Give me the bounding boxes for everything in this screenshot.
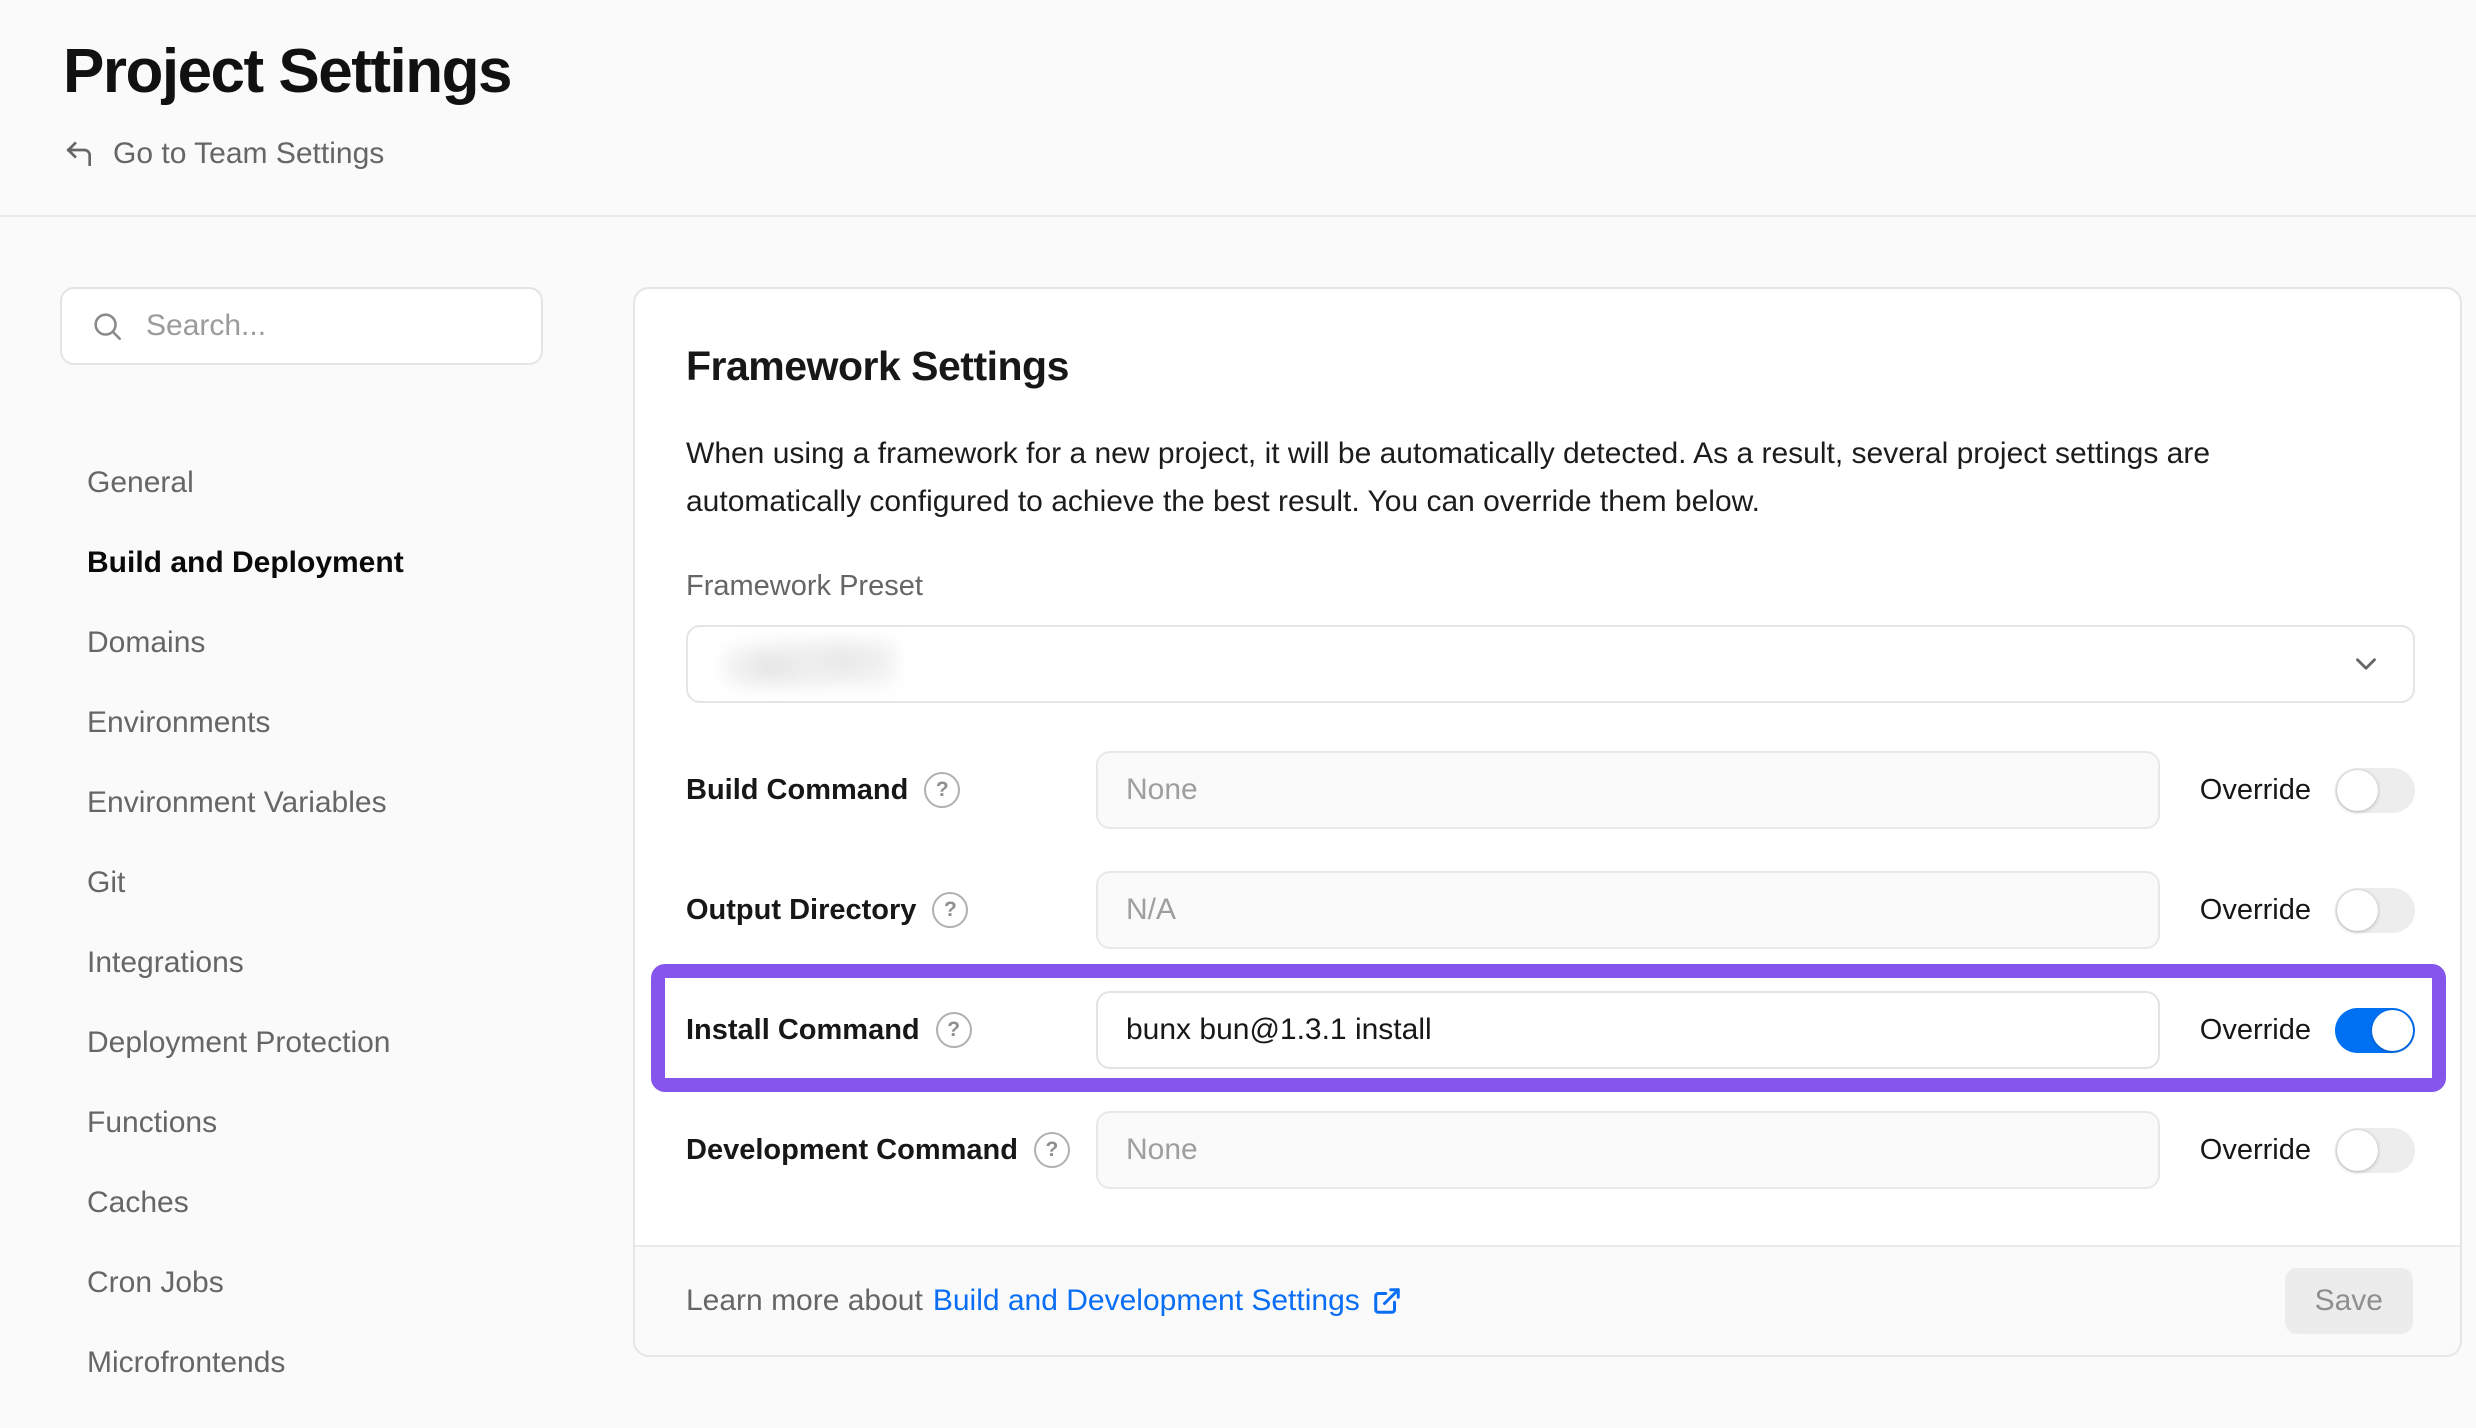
back-link-label: Go to Team Settings [113,137,384,171]
sidebar-item-general[interactable]: General [60,443,543,523]
build-and-development-settings-link[interactable]: Build and Development Settings [933,1284,1402,1318]
development-command-input[interactable] [1096,1111,2160,1189]
chevron-down-icon [2349,647,2383,681]
help-icon[interactable]: ? [936,1012,972,1048]
override-label: Override [2200,894,2311,927]
sidebar-item-cron-jobs[interactable]: Cron Jobs [60,1243,543,1323]
framework-settings-card: Framework Settings When using a framewor… [633,287,2462,1357]
toggle-knob [2337,770,2378,811]
help-icon[interactable]: ? [924,772,960,808]
save-button[interactable]: Save [2285,1268,2413,1334]
search-input[interactable] [146,309,513,343]
build-command-override-toggle[interactable] [2335,768,2415,813]
card-title: Framework Settings [686,343,2415,390]
sidebar-item-functions[interactable]: Functions [60,1083,543,1163]
sidebar-item-git[interactable]: Git [60,843,543,923]
sidebar-item-caches[interactable]: Caches [60,1163,543,1243]
development-command-row: Development Command ? Override [686,1111,2415,1189]
install-command-override-toggle[interactable] [2335,1008,2415,1053]
sidebar-item-domains[interactable]: Domains [60,603,543,683]
toggle-knob [2337,1130,2378,1171]
sidebar-item-environments[interactable]: Environments [60,683,543,763]
output-directory-override-toggle[interactable] [2335,888,2415,933]
sidebar-item-environment-variables[interactable]: Environment Variables [60,763,543,843]
help-icon[interactable]: ? [1034,1132,1070,1168]
framework-preset-label: Framework Preset [686,570,2415,603]
override-label: Override [2200,1014,2311,1047]
learn-more-prefix: Learn more about [686,1284,923,1318]
build-command-row: Build Command ? Override [686,751,2415,829]
search-icon [90,309,124,343]
install-command-input[interactable] [1096,991,2160,1069]
override-label: Override [2200,1134,2311,1167]
output-directory-row: Output Directory ? Override [686,871,2415,949]
toggle-knob [2372,1010,2413,1051]
card-footer: Learn more about Build and Development S… [635,1245,2460,1355]
learn-more-text: Learn more about Build and Development S… [686,1284,1402,1318]
sidebar-nav: GeneralBuild and DeploymentDomainsEnviro… [60,443,543,1403]
corner-up-left-icon [63,138,95,170]
external-link-icon [1372,1286,1402,1316]
framework-preset-select[interactable] [686,625,2415,703]
install-command-row: Install Command ? Override [686,991,2415,1069]
sidebar-item-microfrontends[interactable]: Microfrontends [60,1323,543,1403]
settings-rows: Build Command ? Override Output Director… [686,751,2415,1189]
toggle-knob [2337,890,2378,931]
development-command-override-toggle[interactable] [2335,1128,2415,1173]
settings-sidebar: GeneralBuild and DeploymentDomainsEnviro… [60,287,543,1403]
page-title: Project Settings [63,36,2413,107]
help-icon[interactable]: ? [932,892,968,928]
sidebar-search[interactable] [60,287,543,365]
page-header: Project Settings Go to Team Settings [0,0,2476,175]
build-command-input[interactable] [1096,751,2160,829]
sidebar-item-build-and-deployment[interactable]: Build and Deployment [60,523,543,603]
sidebar-item-integrations[interactable]: Integrations [60,923,543,1003]
output-directory-input[interactable] [1096,871,2160,949]
back-to-team-settings-link[interactable]: Go to Team Settings [63,137,384,171]
sidebar-item-deployment-protection[interactable]: Deployment Protection [60,1003,543,1083]
card-description: When using a framework for a new project… [686,430,2366,526]
redacted-preset-value [722,637,897,691]
learn-more-link-label: Build and Development Settings [933,1284,1360,1318]
override-label: Override [2200,774,2311,807]
